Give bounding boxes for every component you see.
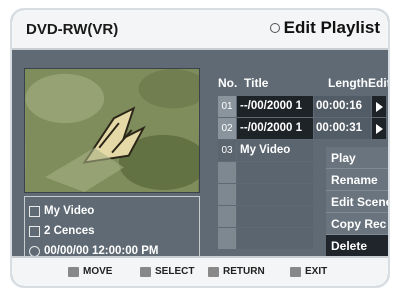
edit-popup-menu: Play Rename Edit Scene Copy Rec Delete (326, 147, 388, 257)
row-number: 02 (218, 118, 236, 139)
row-edit-button[interactable] (372, 96, 386, 117)
play-arrow-icon (376, 124, 383, 134)
info-title: My Video (44, 205, 95, 217)
row-title: --/00/2000 1 (237, 118, 313, 139)
return-icon (208, 266, 219, 277)
empty-cell (237, 206, 313, 227)
empty-cell (237, 162, 313, 183)
col-header-length: Length (328, 76, 368, 90)
footer-return[interactable]: RETURN (208, 266, 265, 277)
footer-exit[interactable]: EXIT (290, 266, 327, 277)
empty-cell (218, 206, 236, 227)
screen-title-text: Edit Playlist (283, 18, 380, 37)
row-length: 00:00:16 (314, 96, 371, 117)
menu-item-rename[interactable]: Rename (326, 169, 388, 191)
footer-exit-label: EXIT (305, 266, 328, 277)
col-header-edit: Edit (368, 76, 390, 90)
row-number: 03 (218, 140, 236, 161)
dvd-menu-screen: DVD-RW(VR) Edit Playlist My Video 2 Cenc… (10, 8, 390, 288)
row-number: 01 (218, 96, 236, 117)
row-length: 00:00:31 (314, 118, 371, 139)
footer-select-label: SELECT (155, 266, 195, 277)
col-header-no: No. (218, 76, 238, 90)
clock-icon (29, 245, 40, 257)
circle-icon (269, 23, 280, 33)
menu-item-delete[interactable]: Delete (326, 235, 388, 257)
menu-item-play[interactable]: Play (326, 147, 388, 169)
col-header-title: Title (244, 76, 269, 90)
move-arrows-icon (68, 266, 79, 277)
menu-exit-icon (290, 266, 301, 277)
row-edit-button[interactable] (372, 118, 386, 139)
butterfly-image (25, 69, 199, 192)
info-scenes: 2 Cences (44, 225, 95, 237)
empty-cell (218, 228, 236, 249)
footer-select[interactable]: SELECT (140, 266, 194, 277)
menu-item-copy-rec[interactable]: Copy Rec (326, 213, 388, 235)
empty-cell (218, 184, 236, 205)
row-title: --/00/2000 1 (237, 96, 313, 117)
scenes-icon (29, 225, 40, 237)
header-bar: DVD-RW(VR) Edit Playlist (12, 10, 388, 50)
footer-bar: MOVE SELECT RETURN EXIT (12, 256, 388, 286)
video-preview (24, 68, 200, 193)
empty-cell (237, 184, 313, 205)
footer-return-label: RETURN (223, 266, 265, 277)
footer-move-label: MOVE (83, 266, 113, 277)
disc-type-label: DVD-RW(VR) (26, 21, 119, 38)
document-icon (29, 205, 40, 217)
play-arrow-icon (376, 102, 383, 112)
info-scenes-row: 2 Cences (29, 221, 195, 241)
enter-icon (140, 266, 151, 277)
info-title-row: My Video (29, 201, 195, 221)
footer-move[interactable]: MOVE (68, 266, 112, 277)
empty-cell (237, 228, 313, 249)
screen-title: Edit Playlist (269, 18, 380, 38)
empty-cell (218, 162, 236, 183)
menu-item-edit-scene[interactable]: Edit Scene (326, 191, 388, 213)
row-title: My Video (237, 140, 313, 161)
